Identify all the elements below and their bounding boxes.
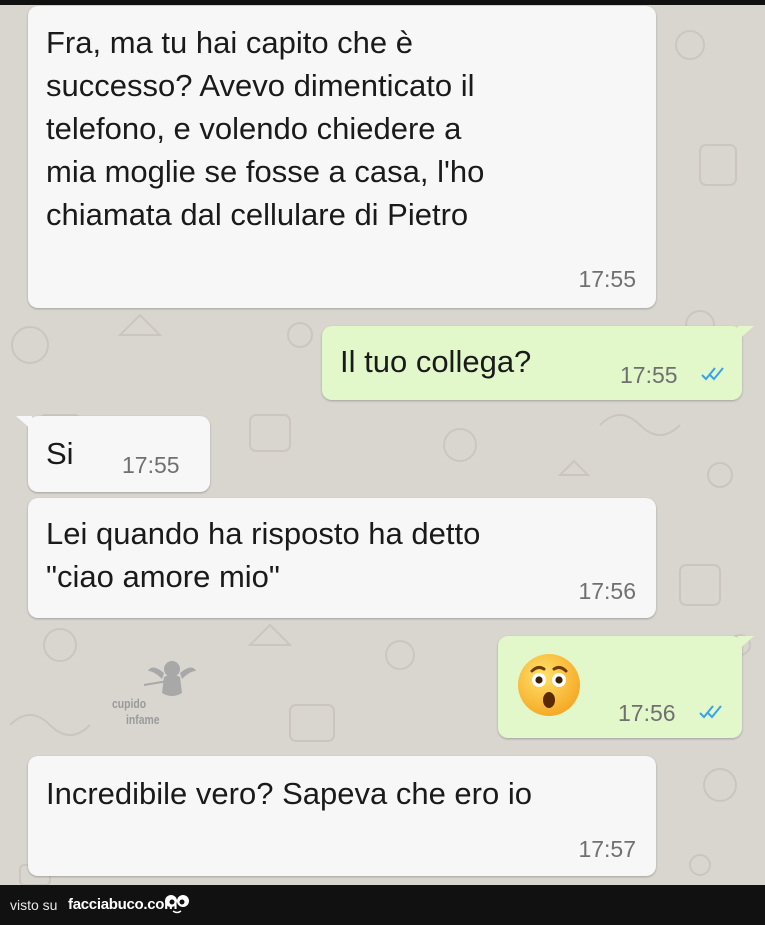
cupid-icon: [143, 661, 196, 696]
incoming-message-2[interactable]: Si 17:55: [16, 416, 210, 492]
message-text: Si: [46, 436, 74, 471]
message-line: mia moglie se fosse a casa, l'ho: [46, 154, 485, 189]
bubble-tail: [738, 636, 754, 650]
watermark-line: infame: [126, 712, 160, 727]
message-time: 17:57: [578, 836, 636, 862]
bubble-tail: [16, 416, 32, 430]
message-text: Lei quando ha risposto ha detto "ciao am…: [46, 512, 480, 598]
message-time: 17:56: [578, 578, 636, 604]
footer-visto-label: visto su: [10, 897, 58, 913]
outgoing-message-1[interactable]: Il tuo collega? 17:55: [322, 326, 754, 400]
incoming-message-3[interactable]: Lei quando ha risposto ha detto "ciao am…: [28, 498, 656, 618]
message-line: chiamata dal cellulare di Pietro: [46, 197, 469, 232]
message-line: telefono, e volendo chiedere a: [46, 111, 462, 146]
message-text: Incredibile vero? Sapeva che ero io: [46, 776, 532, 811]
message-time: 17:56: [618, 700, 676, 726]
message-time: 17:55: [578, 266, 636, 292]
footer-site-link[interactable]: facciabuco.com: [68, 896, 177, 913]
bubble-tail: [738, 326, 754, 340]
cupido-infame-watermark: cupido infame: [108, 655, 208, 735]
message-line: "ciao amore mio": [46, 559, 280, 594]
eyes-logo-icon: [165, 895, 189, 914]
message-line: Lei quando ha risposto ha detto: [46, 516, 481, 551]
message-text: Il tuo collega?: [340, 344, 532, 379]
read-receipt-icon: [701, 367, 724, 381]
message-line: successo? Avevo dimenticato il: [46, 68, 475, 103]
message-text: Fra, ma tu hai capito che è successo? Av…: [46, 21, 484, 236]
message-time: 17:55: [620, 362, 678, 388]
read-receipt-icon: [699, 705, 722, 719]
incoming-message-1[interactable]: Fra, ma tu hai capito che è successo? Av…: [28, 6, 656, 308]
astonished-face-emoji-icon: [518, 654, 580, 716]
incoming-message-4[interactable]: Incredibile vero? Sapeva che ero io 17:5…: [28, 756, 656, 876]
outgoing-message-2[interactable]: 17:56: [498, 636, 754, 738]
message-time: 17:55: [122, 452, 180, 478]
message-line: Fra, ma tu hai capito che è: [46, 25, 414, 60]
footer-bar: visto su facciabuco.com: [0, 885, 765, 925]
watermark-line: cupido: [112, 696, 147, 711]
